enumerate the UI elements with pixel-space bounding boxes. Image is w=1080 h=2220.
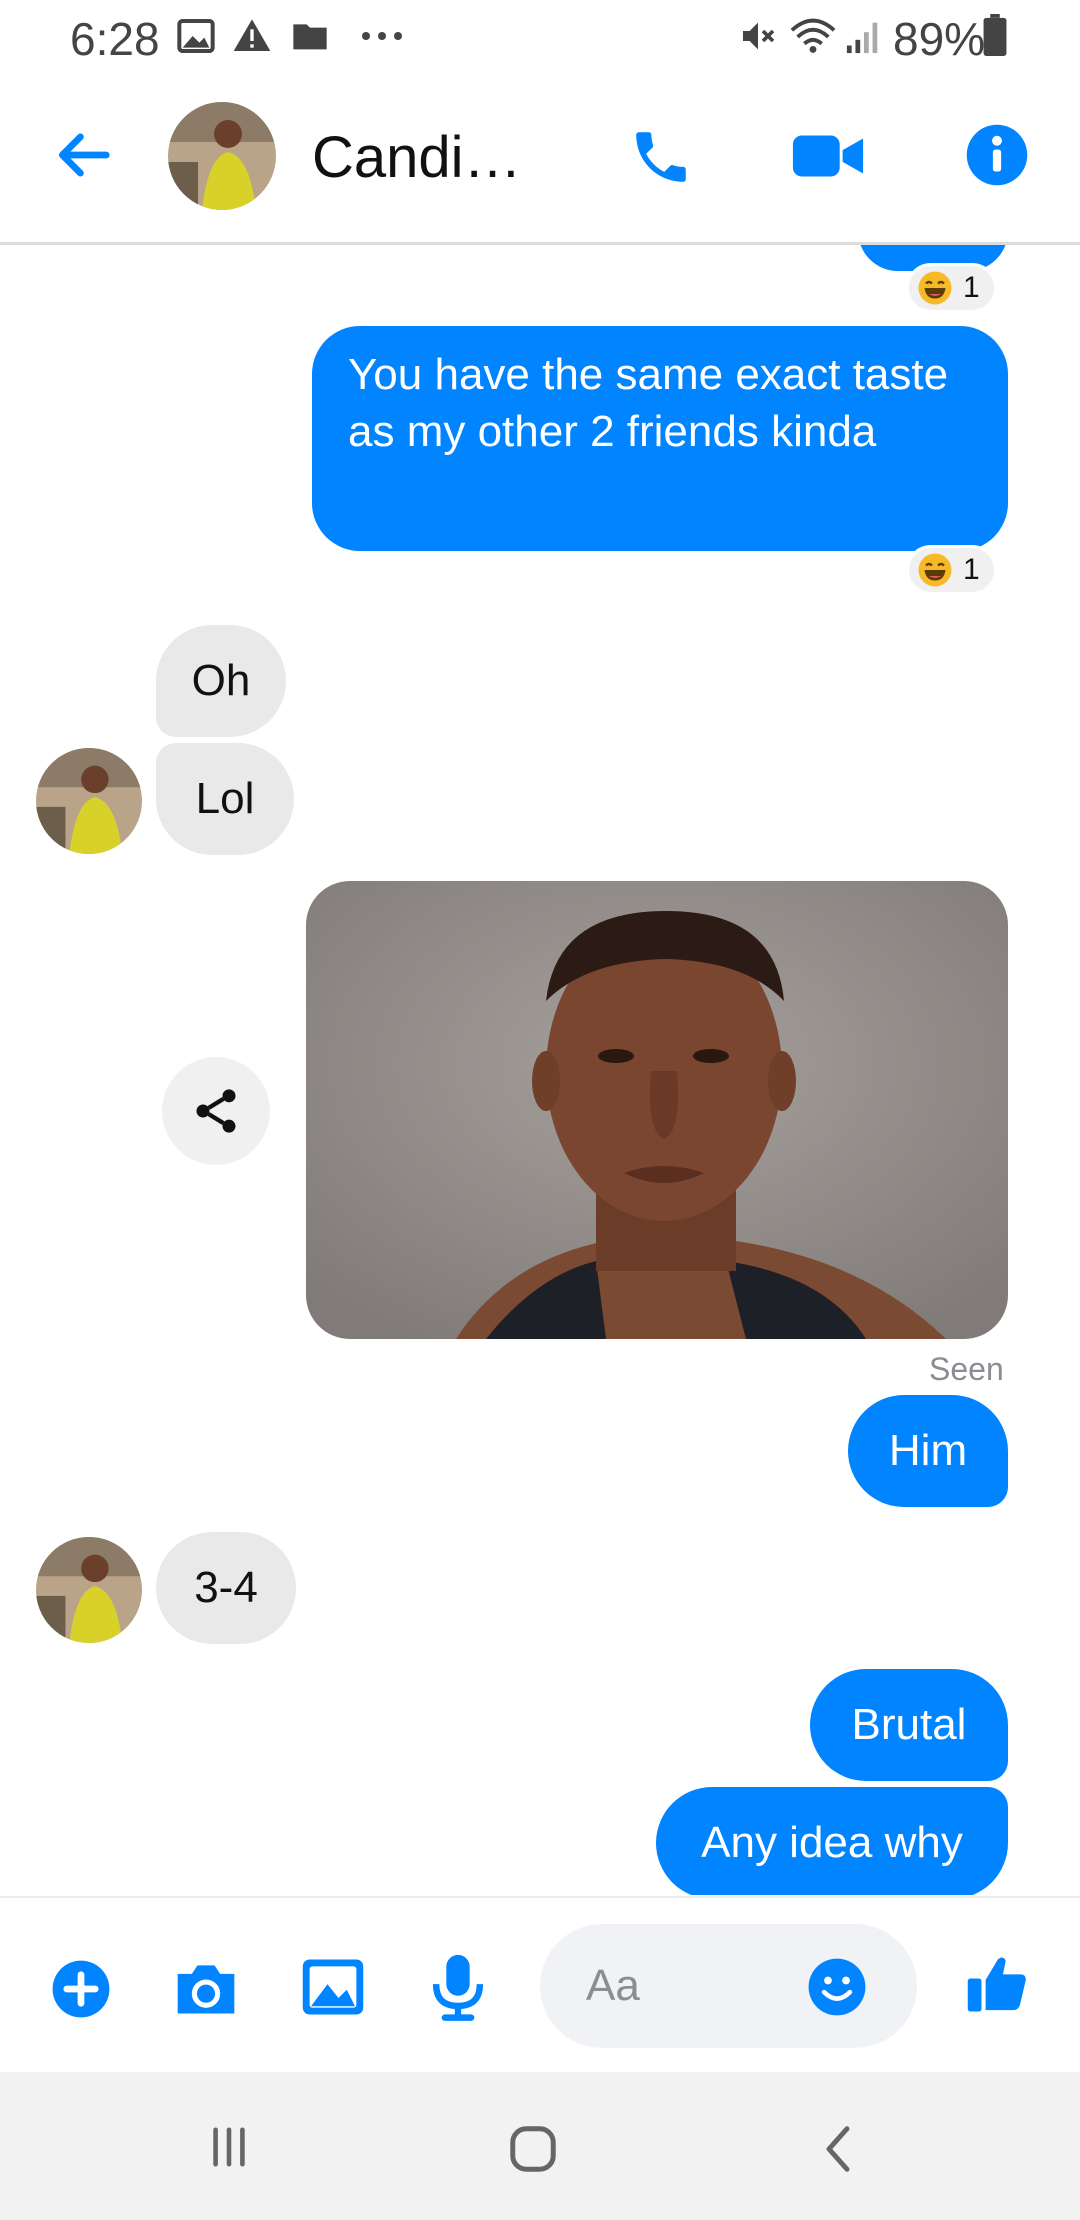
phone-icon[interactable] xyxy=(628,124,694,190)
home-icon[interactable] xyxy=(506,2122,560,2176)
back-icon[interactable] xyxy=(52,124,114,186)
more-icon xyxy=(362,32,402,40)
composer-bar xyxy=(0,1896,1080,2074)
incoming-message[interactable]: Lol xyxy=(156,743,294,855)
status-time: 6:28 xyxy=(70,13,160,65)
battery-percent: 89% xyxy=(893,13,986,65)
outgoing-message[interactable]: Any idea why xyxy=(656,1787,1008,1895)
message-reaction[interactable]: 1 xyxy=(906,263,997,313)
message-text: Oh xyxy=(191,656,251,705)
folder-icon xyxy=(293,24,327,50)
thumbs-up-icon[interactable] xyxy=(965,1950,1031,2018)
outgoing-message[interactable]: Brutal xyxy=(810,1669,1008,1781)
contact-name[interactable]: Candi… xyxy=(312,124,522,191)
message-text: 3-4 xyxy=(194,1563,258,1612)
wifi-icon xyxy=(790,18,836,53)
plus-icon[interactable] xyxy=(50,1958,112,2020)
nav-back-icon[interactable] xyxy=(818,2122,858,2176)
video-icon[interactable] xyxy=(790,126,866,186)
reaction-count: 1 xyxy=(963,271,980,304)
conversation-header: Candi… xyxy=(0,72,1080,245)
battery-icon xyxy=(983,14,1007,56)
incoming-message[interactable]: 3-4 xyxy=(156,1532,296,1644)
share-icon xyxy=(196,1089,236,1133)
outgoing-message[interactable]: You have the same exact taste as my othe… xyxy=(312,326,1008,551)
portrait-photo xyxy=(306,881,1008,1339)
incoming-message[interactable]: Oh xyxy=(156,625,286,737)
status-bar: 6:28 89% xyxy=(0,0,1080,72)
sender-avatar[interactable] xyxy=(36,1537,142,1643)
laugh-emoji-icon xyxy=(918,553,952,587)
microphone-icon[interactable] xyxy=(428,1952,488,2022)
sender-avatar[interactable] xyxy=(36,748,142,854)
laugh-emoji-icon xyxy=(918,271,952,305)
emoji-icon[interactable] xyxy=(806,1956,868,2018)
message-reaction[interactable]: 1 xyxy=(906,545,997,595)
message-text: Brutal xyxy=(851,1700,967,1749)
info-icon[interactable] xyxy=(964,122,1030,188)
message-text: You have the same exact taste as my othe… xyxy=(348,350,949,456)
outgoing-message[interactable]: Him xyxy=(848,1395,1008,1507)
message-text: Any idea why xyxy=(701,1818,963,1867)
gallery-icon[interactable] xyxy=(300,1956,366,2018)
seen-label: Seen xyxy=(929,1351,1004,1387)
alert-icon xyxy=(233,19,271,51)
mute-icon xyxy=(743,22,775,50)
message-text: Lol xyxy=(195,774,255,823)
image-icon xyxy=(177,19,215,53)
message-list[interactable]: 1 You have the same exact taste as my ot… xyxy=(0,245,1080,1895)
signal-icon xyxy=(846,22,878,54)
photo-message[interactable] xyxy=(306,881,1008,1339)
camera-icon[interactable] xyxy=(172,1956,240,2020)
message-text: Him xyxy=(888,1426,968,1475)
reaction-count: 1 xyxy=(963,553,980,586)
share-button[interactable] xyxy=(162,1057,270,1165)
recent-apps-icon[interactable] xyxy=(206,2124,252,2170)
system-navigation-bar xyxy=(0,2072,1080,2220)
contact-avatar[interactable] xyxy=(168,102,276,210)
